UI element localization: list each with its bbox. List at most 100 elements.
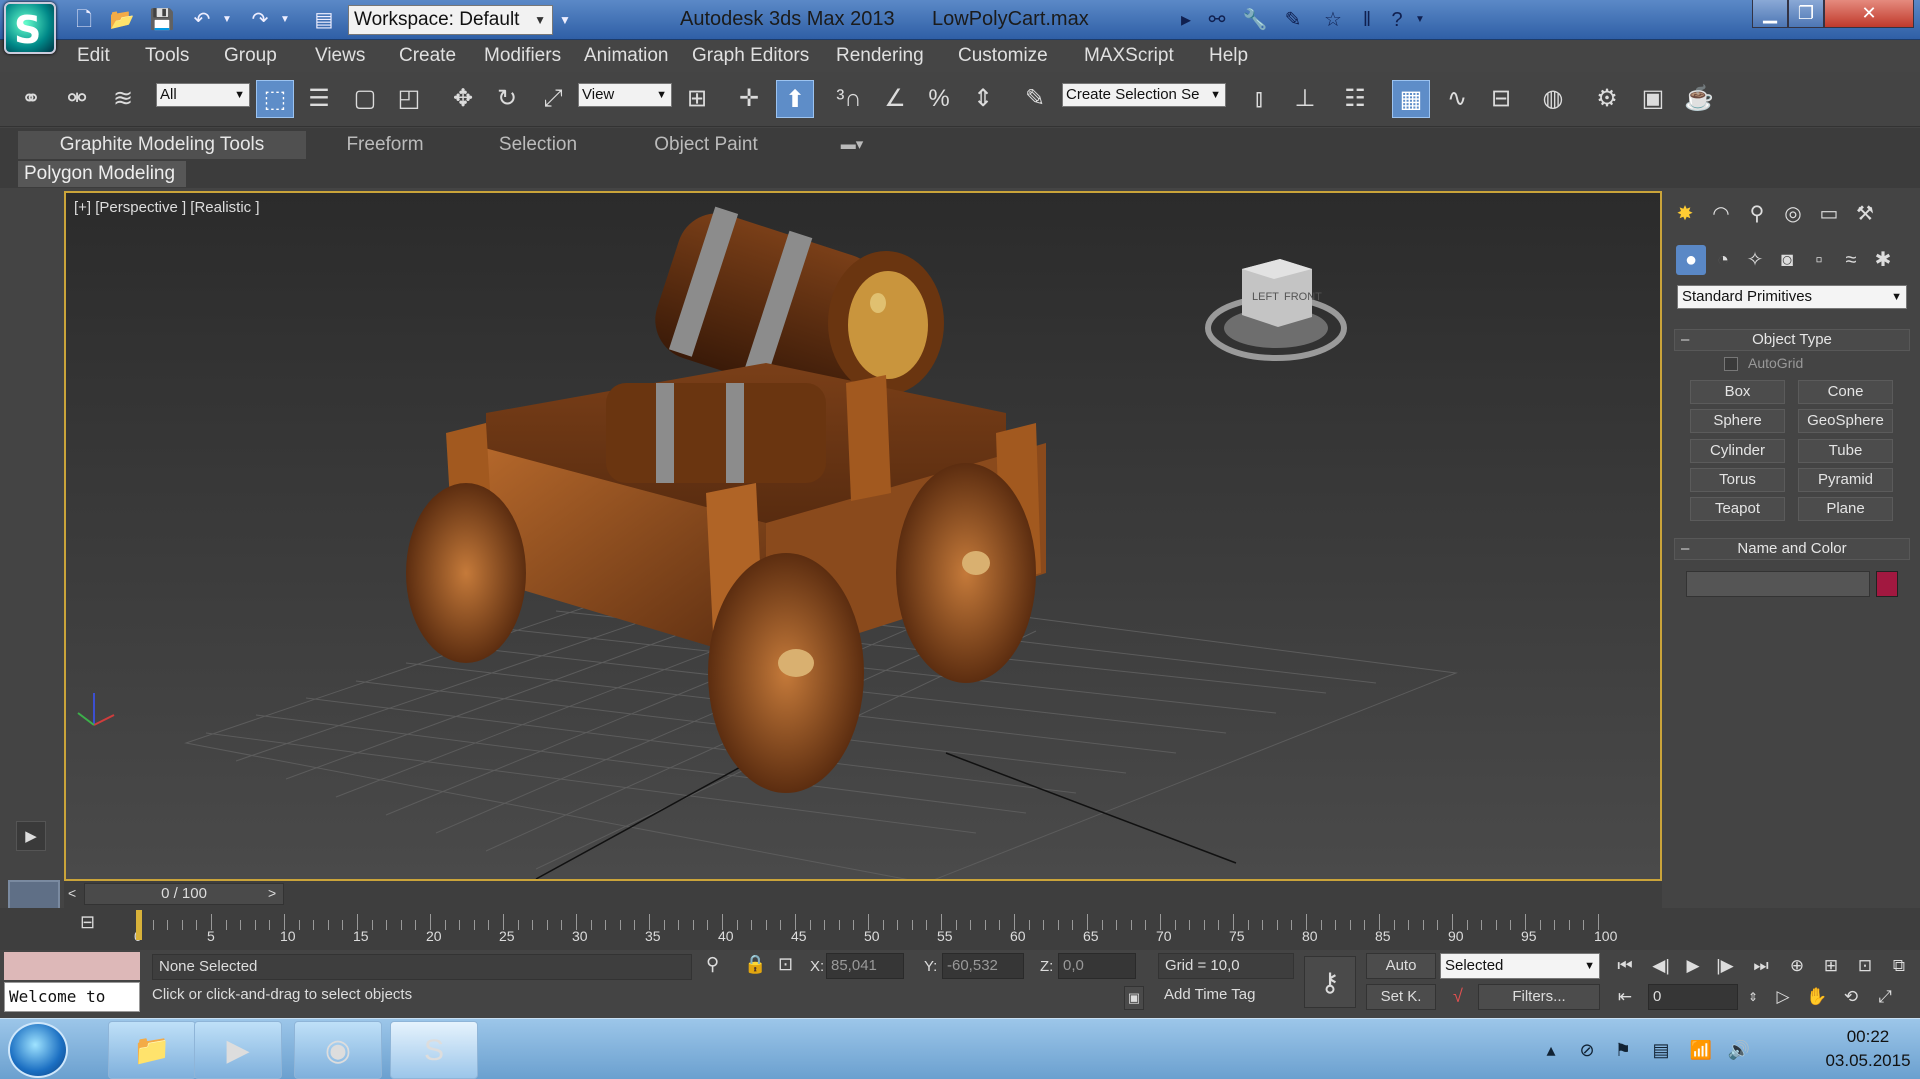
menu-group[interactable]: Group: [224, 45, 277, 67]
cylinder-button[interactable]: Cylinder: [1690, 439, 1785, 463]
hierarchy-panel-icon[interactable]: ⚲: [1742, 199, 1772, 229]
select-object-icon[interactable]: ⬚: [256, 80, 294, 118]
previous-key-icon[interactable]: ◀|: [1648, 953, 1674, 979]
unlink-selection-icon[interactable]: ⚮: [58, 80, 96, 118]
menu-help[interactable]: Help: [1209, 45, 1248, 67]
keyboard-shortcut-override-icon[interactable]: ⬆: [776, 80, 814, 118]
object-name-field[interactable]: [1686, 571, 1870, 597]
viewport-label[interactable]: [+] [Perspective ] [Realistic ]: [74, 199, 260, 216]
plane-button[interactable]: Plane: [1798, 497, 1893, 521]
volume-icon[interactable]: 🔊: [1726, 1037, 1752, 1063]
perspective-viewport[interactable]: [+] [Perspective ] [Realistic ] LEFT FRO…: [64, 191, 1662, 881]
select-and-move-icon[interactable]: ✥: [444, 80, 482, 118]
maximize-viewport-icon[interactable]: ⤢: [1872, 984, 1898, 1010]
zoom-extents-icon[interactable]: ⊡: [1852, 953, 1878, 979]
zoom-extents-all-icon[interactable]: ⧉: [1886, 953, 1912, 979]
utilities-panel-icon[interactable]: ⚒: [1850, 199, 1880, 229]
expand-arrow-icon[interactable]: ▸: [1178, 6, 1194, 34]
go-to-start-icon[interactable]: ⏮: [1612, 953, 1638, 979]
material-editor-icon[interactable]: ◍: [1534, 80, 1572, 118]
mirror-icon[interactable]: ⫾: [1240, 80, 1278, 118]
snaps-toggle-icon[interactable]: ³∩: [830, 80, 868, 118]
menu-views[interactable]: Views: [315, 45, 365, 67]
pyramid-button[interactable]: Pyramid: [1798, 468, 1893, 492]
frame-spinner-icon[interactable]: ⇕: [1740, 984, 1766, 1010]
edit-named-selection-icon[interactable]: ✎: [1016, 80, 1054, 118]
network-icon[interactable]: 📶: [1688, 1037, 1714, 1063]
object-color-swatch[interactable]: [1876, 571, 1898, 597]
name-and-color-rollout-header[interactable]: – Name and Color: [1674, 538, 1910, 560]
reference-coordinate-dropdown[interactable]: View ▼: [578, 83, 672, 107]
project-folder-icon[interactable]: ▤: [310, 6, 338, 34]
autogrid-checkbox[interactable]: [1724, 357, 1738, 371]
quick-access-dropdown-icon[interactable]: ▼: [556, 6, 574, 34]
menu-modifiers[interactable]: Modifiers: [484, 45, 561, 67]
lights-icon[interactable]: ✧: [1740, 245, 1770, 275]
spinner-snap-icon[interactable]: ⇕: [964, 80, 1002, 118]
media-player-icon[interactable]: ▶: [194, 1021, 282, 1079]
key-filters-button[interactable]: Filters...: [1478, 984, 1600, 1010]
menu-maxscript[interactable]: MAXScript: [1084, 45, 1174, 67]
window-crossing-icon[interactable]: ◰: [390, 80, 428, 118]
key-filter-dropdown[interactable]: Selected ▼: [1440, 953, 1600, 979]
render-setup-icon[interactable]: ⚙: [1588, 80, 1626, 118]
geometry-icon[interactable]: ●: [1676, 245, 1706, 275]
graphite-toggle-icon[interactable]: ▦: [1392, 80, 1430, 118]
3ds-max-task-icon[interactable]: S: [390, 1021, 478, 1079]
schematic-view-icon[interactable]: ⊟: [1482, 80, 1520, 118]
default-tangents-icon[interactable]: √: [1444, 986, 1472, 1010]
communication-icon[interactable]: ✎: [1278, 6, 1308, 34]
track-bar-ruler[interactable]: 0510152025303540455055606570758085909510…: [134, 908, 1617, 944]
geosphere-button[interactable]: GeoSphere: [1798, 409, 1893, 433]
percent-snap-icon[interactable]: %: [920, 80, 958, 118]
favorites-star-icon[interactable]: ☆: [1318, 6, 1348, 34]
helpers-icon[interactable]: ▫: [1804, 245, 1834, 275]
menu-graph-editors[interactable]: Graph Editors: [692, 45, 809, 67]
rectangular-selection-icon[interactable]: ▢: [346, 80, 384, 118]
zoom-icon[interactable]: ⊕: [1784, 953, 1810, 979]
go-to-end-icon[interactable]: ⏭: [1748, 953, 1774, 979]
ribbon-options-icon[interactable]: ▬▾: [834, 131, 870, 159]
named-selection-set-dropdown[interactable]: Create Selection Se ▼: [1062, 83, 1226, 107]
open-mini-curve-editor-icon[interactable]: ⊟: [80, 912, 95, 933]
selection-lock-icon[interactable]: 🔒: [744, 954, 766, 975]
systems-icon[interactable]: ✱: [1868, 245, 1898, 275]
field-of-view-icon[interactable]: ▷: [1770, 984, 1796, 1010]
zoom-all-icon[interactable]: ⊞: [1818, 953, 1844, 979]
explorer-folder-icon[interactable]: 📁: [108, 1021, 196, 1079]
motion-panel-icon[interactable]: ◎: [1778, 199, 1808, 229]
teapot-button[interactable]: Teapot: [1690, 497, 1785, 521]
sphere-button[interactable]: Sphere: [1690, 409, 1785, 433]
curve-editor-icon[interactable]: ∿: [1438, 80, 1476, 118]
z-coordinate-field[interactable]: 0,0: [1058, 953, 1136, 979]
maxscript-listener-input[interactable]: Welcome to: [4, 982, 140, 1012]
auto-key-button[interactable]: Auto: [1366, 953, 1436, 979]
tab-selection[interactable]: Selection: [470, 131, 606, 159]
antivirus-tray-icon[interactable]: ⊘: [1574, 1037, 1600, 1063]
viewcube-front-face[interactable]: FRONT: [1284, 291, 1322, 303]
undo-icon[interactable]: ↶: [188, 6, 216, 34]
help-icon[interactable]: ?: [1382, 6, 1412, 34]
undo-dropdown-icon[interactable]: ▼: [220, 6, 234, 34]
box-button[interactable]: Box: [1690, 380, 1785, 404]
y-coordinate-field[interactable]: -60,532: [942, 953, 1024, 979]
menu-edit[interactable]: Edit: [77, 45, 110, 67]
polygon-modeling-panel[interactable]: Polygon Modeling: [18, 161, 186, 187]
workspace-dropdown[interactable]: Workspace: Default ▼: [348, 5, 553, 35]
orbit-icon[interactable]: ⟲: [1838, 984, 1864, 1010]
set-key-icon[interactable]: ⚷: [1304, 956, 1356, 1008]
object-type-rollout-header[interactable]: – Object Type: [1674, 329, 1910, 351]
show-hidden-icons-icon[interactable]: ▴: [1538, 1037, 1564, 1063]
current-frame-field[interactable]: 0: [1648, 984, 1738, 1010]
minimize-button[interactable]: ▁: [1752, 0, 1788, 28]
maxscript-listener-output[interactable]: [4, 952, 140, 980]
cone-button[interactable]: Cone: [1798, 380, 1893, 404]
close-button[interactable]: ✕: [1824, 0, 1914, 28]
help-dropdown-icon[interactable]: ▼: [1412, 6, 1428, 34]
tab-graphite-modeling-tools[interactable]: Graphite Modeling Tools: [18, 131, 306, 159]
action-center-flag-icon[interactable]: ⚑: [1610, 1037, 1636, 1063]
tab-freeform[interactable]: Freeform: [320, 131, 450, 159]
align-icon[interactable]: ⊥: [1286, 80, 1324, 118]
play-icon[interactable]: ▶: [1680, 953, 1706, 979]
menu-animation[interactable]: Animation: [584, 45, 669, 67]
